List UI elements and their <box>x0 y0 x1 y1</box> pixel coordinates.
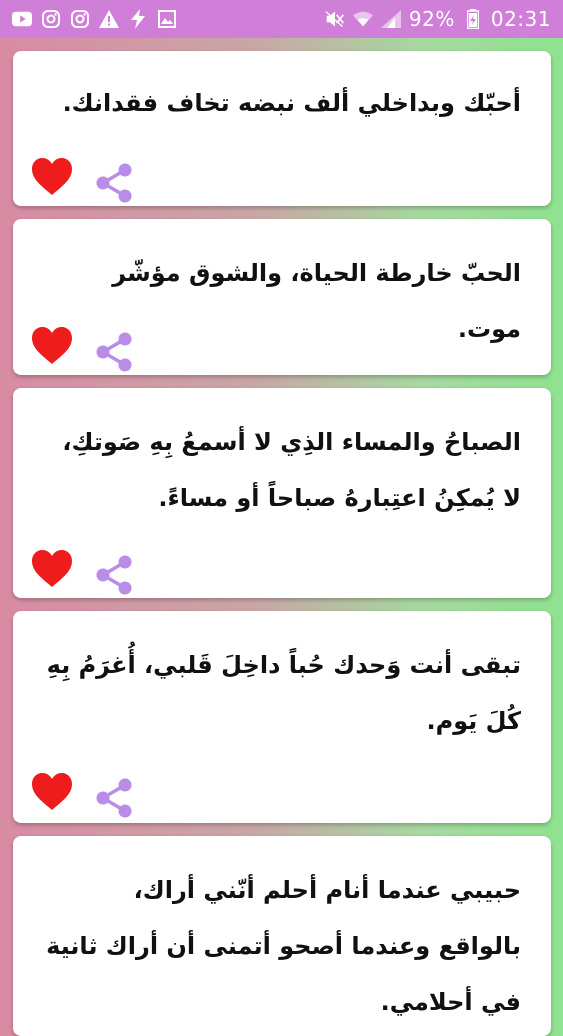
clock: 02:31 <box>490 7 551 31</box>
image-icon <box>157 9 177 29</box>
share-icon[interactable] <box>95 162 133 204</box>
notification-icons <box>12 9 177 29</box>
quote-text: الصباحُ والمساء الذِي لا أسمعُ بِهِ صَوت… <box>62 428 521 512</box>
quote-text: تبقى أنت وَحدك حُباً داخِلَ قَلبي، أُغرَ… <box>46 651 521 735</box>
heart-icon[interactable] <box>31 158 73 196</box>
battery-icon <box>463 9 483 29</box>
flash-icon <box>128 9 148 29</box>
quote-card[interactable]: حبيبي عندما أنام أحلم أنّني أراك، بالواق… <box>13 836 551 1036</box>
quote-card[interactable]: الصباحُ والمساء الذِي لا أسمعُ بِهِ صَوت… <box>13 388 551 598</box>
signal-icon <box>380 9 401 29</box>
battery-percent: 92% <box>408 7 455 31</box>
youtube-icon <box>12 9 32 29</box>
share-icon[interactable] <box>95 777 133 819</box>
instagram-icon <box>41 9 61 29</box>
quote-card[interactable]: الحبّ خارطة الحياة، والشوق مؤشّر موت. <box>13 219 551 375</box>
quote-card[interactable]: أحبّك وبداخلي ألف نبضه تخاف فقدانك. <box>13 51 551 206</box>
mute-icon <box>325 9 345 29</box>
status-bar: 92% 02:31 <box>0 0 563 38</box>
share-icon[interactable] <box>95 554 133 596</box>
heart-icon[interactable] <box>31 327 73 365</box>
share-icon[interactable] <box>95 331 133 373</box>
quote-text: حبيبي عندما أنام أحلم أنّني أراك، بالواق… <box>46 876 521 1016</box>
warning-icon <box>99 9 119 29</box>
quote-text: أحبّك وبداخلي ألف نبضه تخاف فقدانك. <box>62 89 521 117</box>
system-icons: 92% 02:31 <box>325 7 551 31</box>
wifi-icon <box>352 9 373 29</box>
heart-icon[interactable] <box>31 773 73 811</box>
heart-icon[interactable] <box>31 550 73 588</box>
instagram-icon <box>70 9 90 29</box>
quote-card[interactable]: تبقى أنت وَحدك حُباً داخِلَ قَلبي، أُغرَ… <box>13 611 551 823</box>
